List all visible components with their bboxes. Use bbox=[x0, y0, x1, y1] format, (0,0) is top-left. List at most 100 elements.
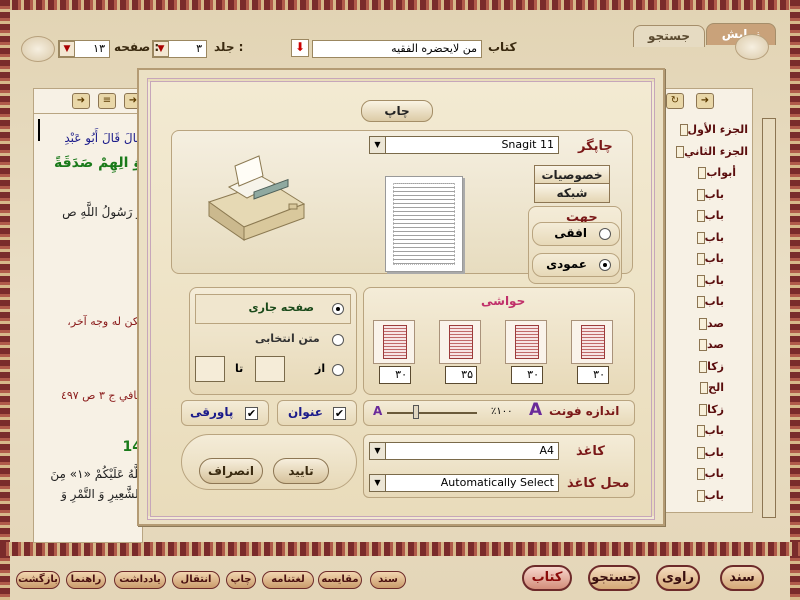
bottom-tool-button[interactable]: بازگشت bbox=[16, 571, 60, 589]
footnote-option[interactable]: ✔ پاورقی bbox=[181, 400, 269, 426]
range-current-label: صفحه جاری bbox=[248, 301, 314, 314]
cancel-button[interactable]: انصراف bbox=[199, 458, 263, 484]
tree-item-label: باب bbox=[704, 488, 724, 502]
tree-item[interactable]: باب bbox=[694, 424, 724, 437]
tree-back-icon[interactable]: ➜ bbox=[696, 93, 714, 109]
tree-node-icon bbox=[696, 425, 705, 437]
bottom-tool-button[interactable]: يادداشت bbox=[114, 571, 166, 589]
range-from-input[interactable] bbox=[255, 356, 285, 382]
volume-value: ۳ bbox=[196, 42, 202, 55]
ok-button[interactable]: تاييد bbox=[273, 458, 329, 484]
bg-text-line: وُ الِهِمْ صَدَقَةً bbox=[54, 155, 142, 171]
margin-input[interactable]: ۳۰ bbox=[577, 366, 609, 384]
font-size-slider[interactable] bbox=[387, 412, 477, 414]
tree-item[interactable]: زكا bbox=[696, 360, 724, 373]
top-ornament bbox=[0, 0, 800, 10]
range-current-radio[interactable] bbox=[332, 303, 344, 315]
range-from-radio[interactable] bbox=[332, 364, 344, 376]
margin-preview-icon bbox=[373, 320, 415, 364]
portrait-option[interactable]: عمودی bbox=[532, 253, 620, 277]
tree-item[interactable]: باب bbox=[694, 252, 724, 265]
bottom-tool-button[interactable]: راهنما bbox=[66, 571, 106, 589]
bottom-main-button[interactable]: كتاب bbox=[522, 565, 572, 591]
range-selection-radio[interactable] bbox=[332, 334, 344, 346]
properties-button[interactable]: خصوصيات bbox=[534, 165, 610, 185]
tree-item[interactable]: صد bbox=[696, 317, 724, 330]
text-panel: ➜ ≡ ➜ قَالَ قَالَ أَبُو عَبْدِ وُ الِهِم… bbox=[33, 88, 143, 543]
tree-node-icon bbox=[699, 317, 708, 330]
margin-input[interactable]: ۳۵ bbox=[445, 366, 477, 384]
tree-item[interactable]: باب bbox=[694, 446, 724, 459]
tree-item[interactable]: باب bbox=[694, 231, 724, 244]
tree-scrollbar[interactable] bbox=[762, 118, 776, 518]
paper-label: كاغذ bbox=[576, 444, 605, 459]
range-current-row[interactable]: صفحه جاری bbox=[195, 294, 351, 324]
title-option-label: عنوان bbox=[288, 405, 323, 419]
tab-search[interactable]: جستجو bbox=[633, 25, 705, 47]
tree-item[interactable]: الجزء الثاني bbox=[673, 145, 748, 158]
bottom-tool-button[interactable]: انتقال bbox=[172, 571, 220, 589]
tree-item[interactable]: أبواب bbox=[695, 166, 736, 179]
bottom-main-button[interactable]: راوی bbox=[656, 565, 700, 591]
paper-select[interactable]: ▼ A4 bbox=[369, 442, 559, 460]
bottom-tool-button[interactable]: لغتنامه bbox=[262, 571, 314, 589]
print-dialog: چاپ چاپگر ▼ Snagit 11 خصوصيات شبكه جهت ا… bbox=[137, 68, 665, 526]
tree-item[interactable]: باب bbox=[694, 209, 724, 222]
tree-item[interactable]: الح bbox=[697, 381, 724, 394]
tree-item[interactable]: زكا bbox=[696, 403, 724, 416]
tree-item-label: صد bbox=[707, 338, 724, 351]
bottom-main-button[interactable]: سند bbox=[720, 565, 764, 591]
margin-input[interactable]: ۳۰ bbox=[379, 366, 411, 384]
paper-source-select[interactable]: ▼ Automatically Select bbox=[369, 474, 559, 492]
landscape-option[interactable]: افقی bbox=[532, 222, 620, 246]
tree-item-label: باب bbox=[704, 445, 724, 459]
tree-item[interactable]: باب bbox=[694, 188, 724, 201]
left-ornament bbox=[0, 0, 10, 600]
bottom-tool-button[interactable]: چاپ bbox=[226, 571, 256, 589]
tree-item[interactable]: الجزء الأول bbox=[677, 123, 748, 136]
font-size-slider-thumb[interactable] bbox=[413, 405, 419, 419]
tree-item-label: الح bbox=[708, 381, 724, 394]
footnote-checkbox[interactable]: ✔ bbox=[245, 407, 258, 420]
tree-node-icon bbox=[699, 339, 708, 351]
landscape-radio[interactable] bbox=[599, 228, 611, 240]
title-checkbox[interactable]: ✔ bbox=[333, 407, 346, 420]
tree-item-label: الجزء الأول bbox=[687, 123, 748, 136]
bg-text-line: قَالَ قَالَ أَبُو عَبْدِ bbox=[64, 131, 142, 145]
range-to-input[interactable] bbox=[195, 356, 225, 382]
tree-item[interactable]: باب bbox=[694, 489, 724, 502]
page-dropdown-icon[interactable]: ▼ bbox=[59, 41, 75, 57]
printer-select[interactable]: ▼ Snagit 11 bbox=[369, 136, 559, 154]
bottom-tool-button[interactable]: سند bbox=[370, 571, 406, 589]
range-from-label: از bbox=[315, 362, 326, 375]
bottom-tool-button[interactable]: مقايسه bbox=[318, 571, 362, 589]
tree-nav-icon[interactable]: ↻ bbox=[666, 93, 684, 109]
tree-item[interactable]: صد bbox=[696, 338, 724, 351]
portrait-radio[interactable] bbox=[599, 259, 611, 271]
page-field[interactable]: ▼ ۱۳ bbox=[58, 40, 110, 58]
tree-item[interactable]: باب bbox=[694, 295, 724, 308]
list-icon[interactable]: ≡ bbox=[98, 93, 116, 109]
bg-text-line: الشَّعِيرِ وَ التَّمْرِ وَ bbox=[61, 487, 142, 501]
margin-input[interactable]: ۳۰ bbox=[511, 366, 543, 384]
bottom-main-button[interactable]: جستجو bbox=[588, 565, 640, 591]
volume-field[interactable]: ▼ ۳ bbox=[152, 40, 207, 58]
tree-item-label: باب bbox=[704, 187, 724, 201]
tree-node-icon bbox=[699, 360, 708, 373]
paper-source-dropdown-icon[interactable]: ▼ bbox=[370, 475, 386, 491]
font-size-label: اندازه فونت bbox=[549, 404, 620, 418]
paper-dropdown-icon[interactable]: ▼ bbox=[370, 443, 386, 459]
printer-dropdown-icon[interactable]: ▼ bbox=[370, 137, 386, 153]
bg-text-line: يكن له وجه آخر، bbox=[67, 315, 142, 328]
tree-node-icon bbox=[676, 145, 685, 158]
tree-item-label: باب bbox=[704, 424, 724, 437]
book-arrow-icon[interactable]: ⬇ bbox=[291, 39, 309, 57]
book-field[interactable]: من لايحضره الفقيه bbox=[312, 40, 482, 58]
tree-node-icon bbox=[696, 274, 705, 287]
tree-node-icon bbox=[696, 489, 705, 502]
title-option[interactable]: ✔ عنوان bbox=[277, 400, 357, 426]
network-button[interactable]: شبكه bbox=[534, 183, 610, 203]
tree-item[interactable]: باب bbox=[694, 467, 724, 480]
next-arrow-icon[interactable]: ➜ bbox=[72, 93, 90, 109]
tree-item[interactable]: باب bbox=[694, 274, 724, 287]
